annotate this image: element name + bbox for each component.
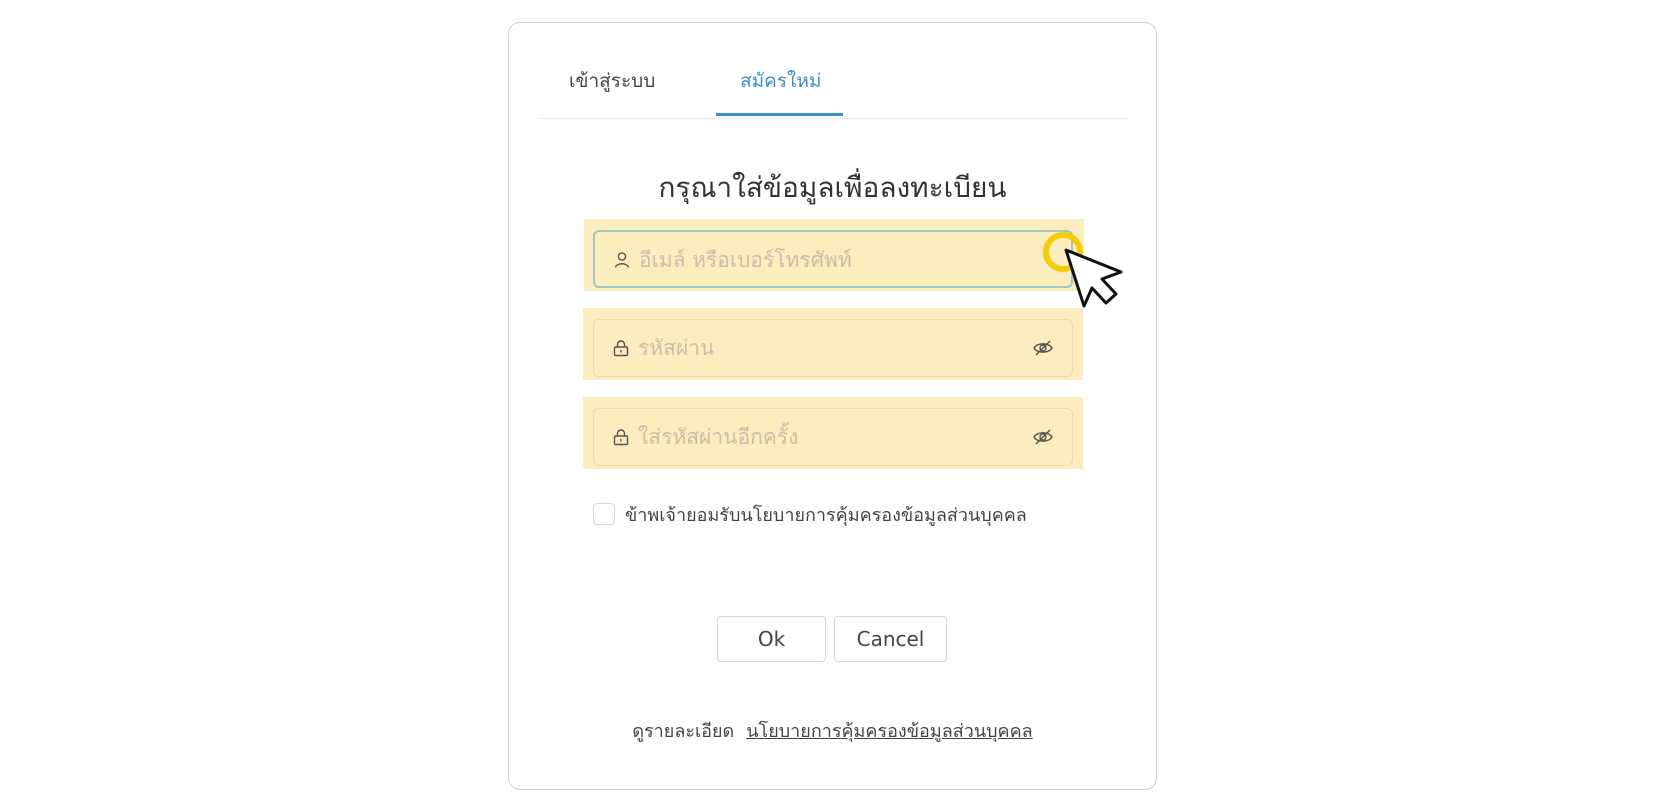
confirm-password-placeholder: ใส่รหัสผ่านอีกครั้ง (638, 425, 799, 449)
cancel-button[interactable]: Cancel (834, 616, 947, 662)
password-placeholder: รหัสผ่าน (638, 336, 715, 360)
email-placeholder: อีเมล์ หรือเบอร์โทรศัพท์ (639, 248, 852, 272)
tab-login[interactable]: เข้าสู่ระบบ (569, 69, 655, 93)
eye-off-icon[interactable] (1032, 426, 1054, 448)
consent-checkbox[interactable] (593, 503, 615, 525)
eye-off-icon[interactable] (1032, 337, 1054, 359)
lock-icon (613, 429, 629, 446)
user-icon (614, 252, 630, 268)
page-title: กรุณาใส่ข้อมูลเพื่อลงทะเบียน (658, 171, 1007, 204)
confirm-password-field[interactable]: ใส่รหัสผ่านอีกครั้ง (593, 408, 1073, 466)
active-tab-indicator (716, 113, 843, 116)
consent-row: ข้าพเจ้ายอมรับนโยบายการคุ้มครองข้อมูลส่ว… (593, 500, 1033, 531)
ok-button[interactable]: Ok (717, 616, 826, 662)
policy-prefix: ดูรายละเอียด (632, 721, 735, 742)
auth-tabs: เข้าสู่ระบบ สมัครใหม่ (539, 23, 1128, 119)
email-field[interactable]: อีเมล์ หรือเบอร์โทรศัพท์ (593, 230, 1073, 288)
policy-footer: ดูรายละเอียด นโยบายการคุ้มครองข้อมูลส่วนบ… (509, 716, 1156, 745)
register-dialog: เข้าสู่ระบบ สมัครใหม่ กรุณาใส่ข้อมูลเพื่… (508, 22, 1157, 790)
consent-label[interactable]: ข้าพเจ้ายอมรับนโยบายการคุ้มครองข้อมูลส่ว… (625, 505, 1027, 526)
password-field[interactable]: รหัสผ่าน (593, 319, 1073, 377)
lock-icon (613, 340, 629, 357)
tab-register[interactable]: สมัครใหม่ (740, 69, 821, 93)
privacy-policy-link[interactable]: นโยบายการคุ้มครองข้อมูลส่วนบุคคล (746, 721, 1032, 742)
mouse-pointer-icon (1043, 232, 1123, 308)
